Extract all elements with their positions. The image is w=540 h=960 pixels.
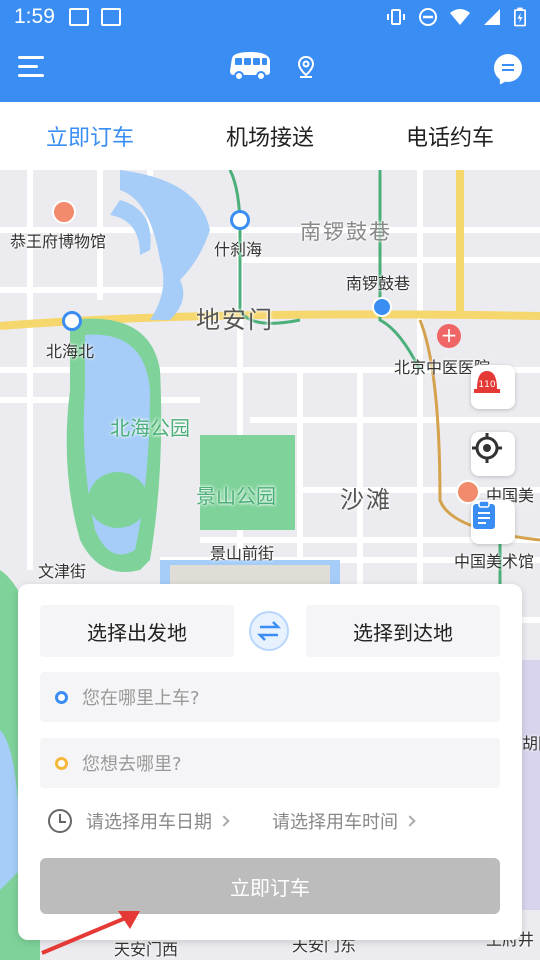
battery-icon: [514, 7, 526, 27]
alarm-110-button[interactable]: 110: [471, 365, 515, 409]
map-label-jingshanqianjie: 景山前街: [210, 544, 275, 563]
chevron-right-icon: [404, 815, 416, 827]
map-label-shatan: 沙滩: [340, 486, 392, 514]
museum-poi-icon: [52, 200, 76, 224]
clock-icon: [48, 809, 72, 833]
map-label-dianmen: 地安门: [196, 306, 274, 334]
wifi-icon: [450, 9, 470, 25]
swap-icon[interactable]: [249, 611, 289, 651]
subway-transfer-icon: [372, 297, 392, 317]
map-label-gongwangfu: 恭王府博物馆: [10, 232, 107, 251]
signal-icon: [484, 9, 500, 25]
map-label-jingshan-park: 景山公园: [196, 484, 276, 508]
chevron-right-icon: [218, 815, 230, 827]
pickup-dot-icon: [55, 691, 68, 704]
pickup-placeholder: 您在哪里上车?: [82, 688, 200, 709]
service-tabs: 立即订车 机场接送 电话约车: [0, 102, 540, 170]
annotation-arrow-icon: [41, 911, 140, 955]
map-label-nanluoguxiang-station: 南锣鼓巷: [346, 274, 411, 293]
destination-input[interactable]: 您想去哪里?: [40, 738, 500, 788]
booking-card: 选择出发地 选择到达地 您在哪里上车? 您想去哪里? 请选择用车日期 请选择用车…: [18, 584, 522, 940]
orders-button[interactable]: [471, 500, 515, 544]
select-departure-button[interactable]: 选择出发地: [40, 605, 234, 657]
status-time: 1:59: [14, 5, 55, 28]
alarm-icon: 110: [474, 371, 500, 393]
subway-icon: [62, 311, 82, 331]
map-label-wenjinjie: 文津街: [38, 562, 87, 581]
destination-dot-icon: [55, 757, 68, 770]
map-label-shichahai: 什刹海: [214, 240, 263, 259]
location-pin-icon[interactable]: [297, 56, 315, 78]
map-label-meishuguan: 中国美术馆: [454, 552, 535, 571]
tab-book-now[interactable]: 立即订车: [0, 102, 180, 170]
pickup-input[interactable]: 您在哪里上车?: [40, 672, 500, 722]
map-label-nanluoguxiang-area: 南锣鼓巷: [300, 220, 392, 244]
app-bar: [0, 34, 540, 102]
map-label-right-edge-1: 胡同: [522, 734, 540, 753]
tab-phone-booking[interactable]: 电话约车: [360, 102, 540, 170]
date-picker[interactable]: 请选择用车日期: [86, 808, 230, 834]
svg-text:110: 110: [478, 380, 495, 390]
tab-airport-transfer[interactable]: 机场接送: [180, 102, 360, 170]
bus-logo-icon: [230, 52, 270, 81]
crosshair-icon: [472, 433, 502, 463]
destination-placeholder: 您想去哪里?: [82, 754, 182, 775]
hospital-poi-icon: +: [437, 324, 461, 348]
map-label-beihaibei: 北海北: [46, 342, 95, 361]
subway-icon: [230, 210, 250, 230]
date-picker-label: 请选择用车日期: [86, 812, 212, 833]
image-notification-icon: [68, 8, 89, 26]
message-icon[interactable]: [494, 54, 522, 82]
map-label-beihai-park: 北海公园: [110, 416, 190, 440]
menu-icon[interactable]: [18, 56, 44, 80]
app-notification-icon: [100, 8, 121, 26]
time-picker-label: 请选择用车时间: [272, 812, 398, 833]
select-destination-button[interactable]: 选择到达地: [306, 605, 500, 657]
schedule-row: 请选择用车日期 请选择用车时间: [48, 806, 488, 836]
clipboard-icon: [473, 500, 495, 529]
dnd-icon: [419, 8, 437, 26]
status-bar: 1:59: [0, 0, 540, 34]
vibrate-icon: [387, 9, 405, 25]
locate-me-button[interactable]: [471, 432, 515, 476]
time-picker[interactable]: 请选择用车时间: [272, 808, 416, 834]
